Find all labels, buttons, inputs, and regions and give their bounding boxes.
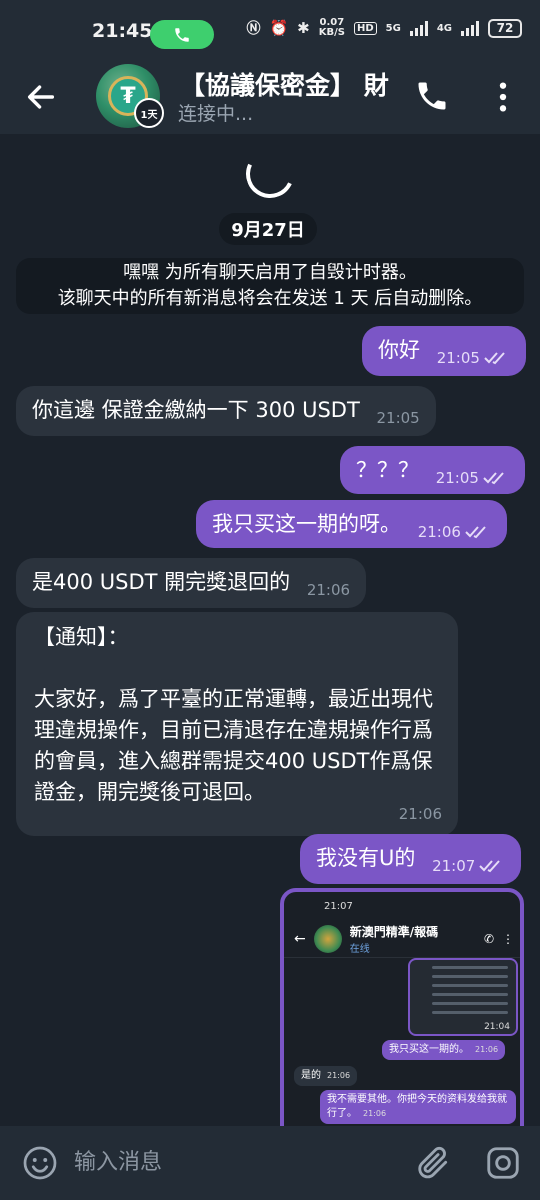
message-meta: 21:06 — [399, 799, 442, 830]
screenshot-outgoing-message: 我不需要其他。你把今天的资料发给我就行了。 21:06 — [320, 1090, 516, 1124]
service-message: 嘿嘿 为所有聊天启用了自毁计时器。 该聊天中的所有新消息将会在发送 1 天 后自… — [16, 258, 524, 314]
phone-icon: ✆ — [483, 931, 494, 946]
nfc-icon: Ⓝ — [246, 21, 261, 37]
screenshot-avatar — [313, 924, 342, 953]
screenshot-chat-status: 在线 — [349, 943, 370, 955]
message-time: 21:07 — [432, 857, 476, 875]
message-time: 21:06 — [417, 523, 461, 541]
screenshot-message-time: 21:06 — [327, 1071, 351, 1080]
chat-title[interactable]: 【協議保密金】 財 — [180, 66, 400, 102]
double-check-icon — [479, 860, 501, 873]
hd-badge: HD — [353, 21, 377, 35]
message-time: 21:06 — [398, 805, 442, 823]
emoji-icon[interactable] — [22, 1145, 58, 1181]
battery-icon: 72 — [488, 18, 522, 38]
incoming-message[interactable]: 是400 USDT 開完獎退回的 21:06 — [16, 558, 367, 608]
message-text: 我没有U的 — [316, 846, 416, 870]
status-bar: 21:45 Ⓝ ⏰ ✱ 0.07 KB/S HD 5G 4G 72 — [0, 0, 540, 62]
incoming-message[interactable]: 你這邊 保證金繳納一下 300 USDT 21:05 — [16, 386, 436, 436]
connection-status: 连接中... — [178, 103, 254, 125]
message-time: 21:05 — [435, 469, 479, 487]
phone-icon — [175, 27, 189, 42]
bluetooth-icon: ✱ — [297, 19, 310, 37]
message-meta: 21:07 — [432, 851, 505, 881]
outgoing-image-message[interactable]: 21:07 ← 新澳門精準/報碼 在线 ✆ ⋮ 21:04 我只买这一期的。 21… — [280, 888, 524, 1148]
screenshot-nested-image: 21:04 — [408, 958, 518, 1036]
status-indicators: Ⓝ ⏰ ✱ 0.07 KB/S HD 5G 4G 72 — [246, 18, 522, 38]
outgoing-message[interactable]: ？？？ 21:05 — [340, 446, 525, 494]
self-destruct-timer-badge: 1天 — [134, 98, 164, 128]
outgoing-message[interactable]: 我只买这一期的呀。 21:06 — [196, 500, 507, 548]
message-time: 21:05 — [376, 409, 420, 427]
message-composer — [0, 1126, 540, 1200]
screenshot-outgoing-message: 我只买这一期的。 21:06 — [382, 1040, 506, 1060]
incoming-message[interactable]: 【通知】： 大家好，爲了平臺的正常運轉，最近出現代理違規操作，目前已清退存在違規… — [16, 612, 458, 836]
screenshot-image-time: 21:04 — [484, 1022, 510, 1032]
message-text: ？？？ — [356, 458, 419, 482]
attach-icon[interactable] — [414, 1144, 452, 1182]
message-input[interactable] — [74, 1142, 394, 1182]
message-time: 21:06 — [306, 581, 351, 599]
message-text: 【通知】： 大家好，爲了平臺的正常運轉，最近出現代理違規操作，目前已清退存在違規… — [34, 625, 433, 804]
network-4g-label: 4G — [436, 22, 452, 34]
message-text: 你好 — [378, 338, 420, 362]
more-vertical-icon[interactable] — [494, 80, 512, 114]
message-text: 是400 USDT 開完獎退回的 — [32, 570, 291, 594]
message-text: 我只买这一期的呀。 — [212, 512, 401, 536]
screenshot-incoming-message: 是的 21:06 — [294, 1066, 358, 1086]
camera-icon[interactable] — [484, 1144, 522, 1182]
double-check-icon — [483, 472, 504, 485]
outgoing-message[interactable]: 我没有U的 21:07 — [300, 834, 522, 884]
date-separator: 9月27日 — [219, 213, 317, 245]
screenshot-status-time: 21:07 — [324, 901, 353, 912]
screenshot-header: ← 新澳門精準/報碼 在线 ✆ ⋮ — [284, 920, 520, 958]
signal-5g-icon — [409, 20, 428, 36]
message-meta: 21:06 — [307, 575, 350, 605]
more-vertical-icon: ⋮ — [502, 931, 514, 946]
message-meta: 21:05 — [437, 343, 510, 373]
network-5g-label: 5G — [385, 22, 401, 34]
screenshot-chat-title: 新澳門精準/報碼 — [349, 924, 439, 939]
alarm-icon: ⏰ — [269, 19, 289, 37]
phone-icon[interactable] — [414, 78, 450, 114]
screenshot-message-text: 我只买这一期的。 — [389, 1044, 469, 1055]
back-arrow-icon[interactable] — [24, 80, 58, 114]
signal-4g-icon — [461, 20, 479, 36]
message-text: 你這邊 保證金繳納一下 300 USDT — [32, 398, 360, 422]
screenshot-message-time: 21:06 — [363, 1109, 387, 1118]
message-meta: 21:05 — [436, 463, 509, 493]
message-meta: 21:06 — [418, 517, 491, 547]
double-check-icon — [484, 352, 505, 365]
chat-header: ₮ 1天 【協議保密金】 財 连接中... — [0, 62, 540, 134]
status-time: 21:45 — [92, 20, 153, 42]
screenshot-message-text: 是的 — [301, 1070, 321, 1081]
message-meta: 21:05 — [377, 403, 420, 433]
outgoing-message[interactable]: 你好 21:05 — [362, 326, 526, 376]
ongoing-call-pill[interactable] — [150, 20, 214, 49]
loading-spinner-icon — [239, 143, 301, 205]
back-arrow-icon: ← — [294, 930, 306, 947]
double-check-icon — [465, 526, 486, 539]
screenshot-message-text: 我不需要其他。你把今天的资料发给我就行了。 — [327, 1094, 507, 1119]
message-time: 21:05 — [436, 349, 480, 367]
service-message-line-1: 嘿嘿 为所有聊天启用了自毁计时器。 — [123, 262, 417, 283]
network-speed: 0.07 KB/S — [318, 17, 345, 38]
service-message-line-2: 该聊天中的所有新消息将会在发送 1 天 后自动删除。 — [57, 288, 483, 309]
screenshot-message-time: 21:06 — [475, 1045, 499, 1054]
